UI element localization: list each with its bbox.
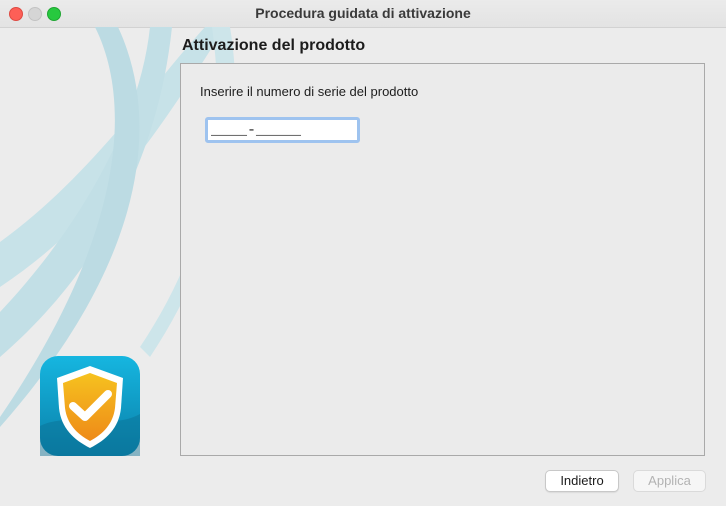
shield-check-icon bbox=[40, 356, 140, 456]
title-bar: Procedura guidata di attivazione bbox=[0, 0, 726, 28]
window-title: Procedura guidata di attivazione bbox=[255, 5, 471, 21]
apply-button[interactable]: Applica bbox=[633, 470, 706, 492]
back-button[interactable]: Indietro bbox=[545, 470, 619, 492]
serial-prompt-label: Inserire il numero di serie del prodotto bbox=[200, 84, 419, 99]
activation-wizard-window: Procedura guidata di attivazione Attivaz… bbox=[0, 0, 726, 506]
serial-number-field[interactable] bbox=[205, 117, 360, 143]
section-title: Attivazione del prodotto bbox=[182, 37, 366, 54]
